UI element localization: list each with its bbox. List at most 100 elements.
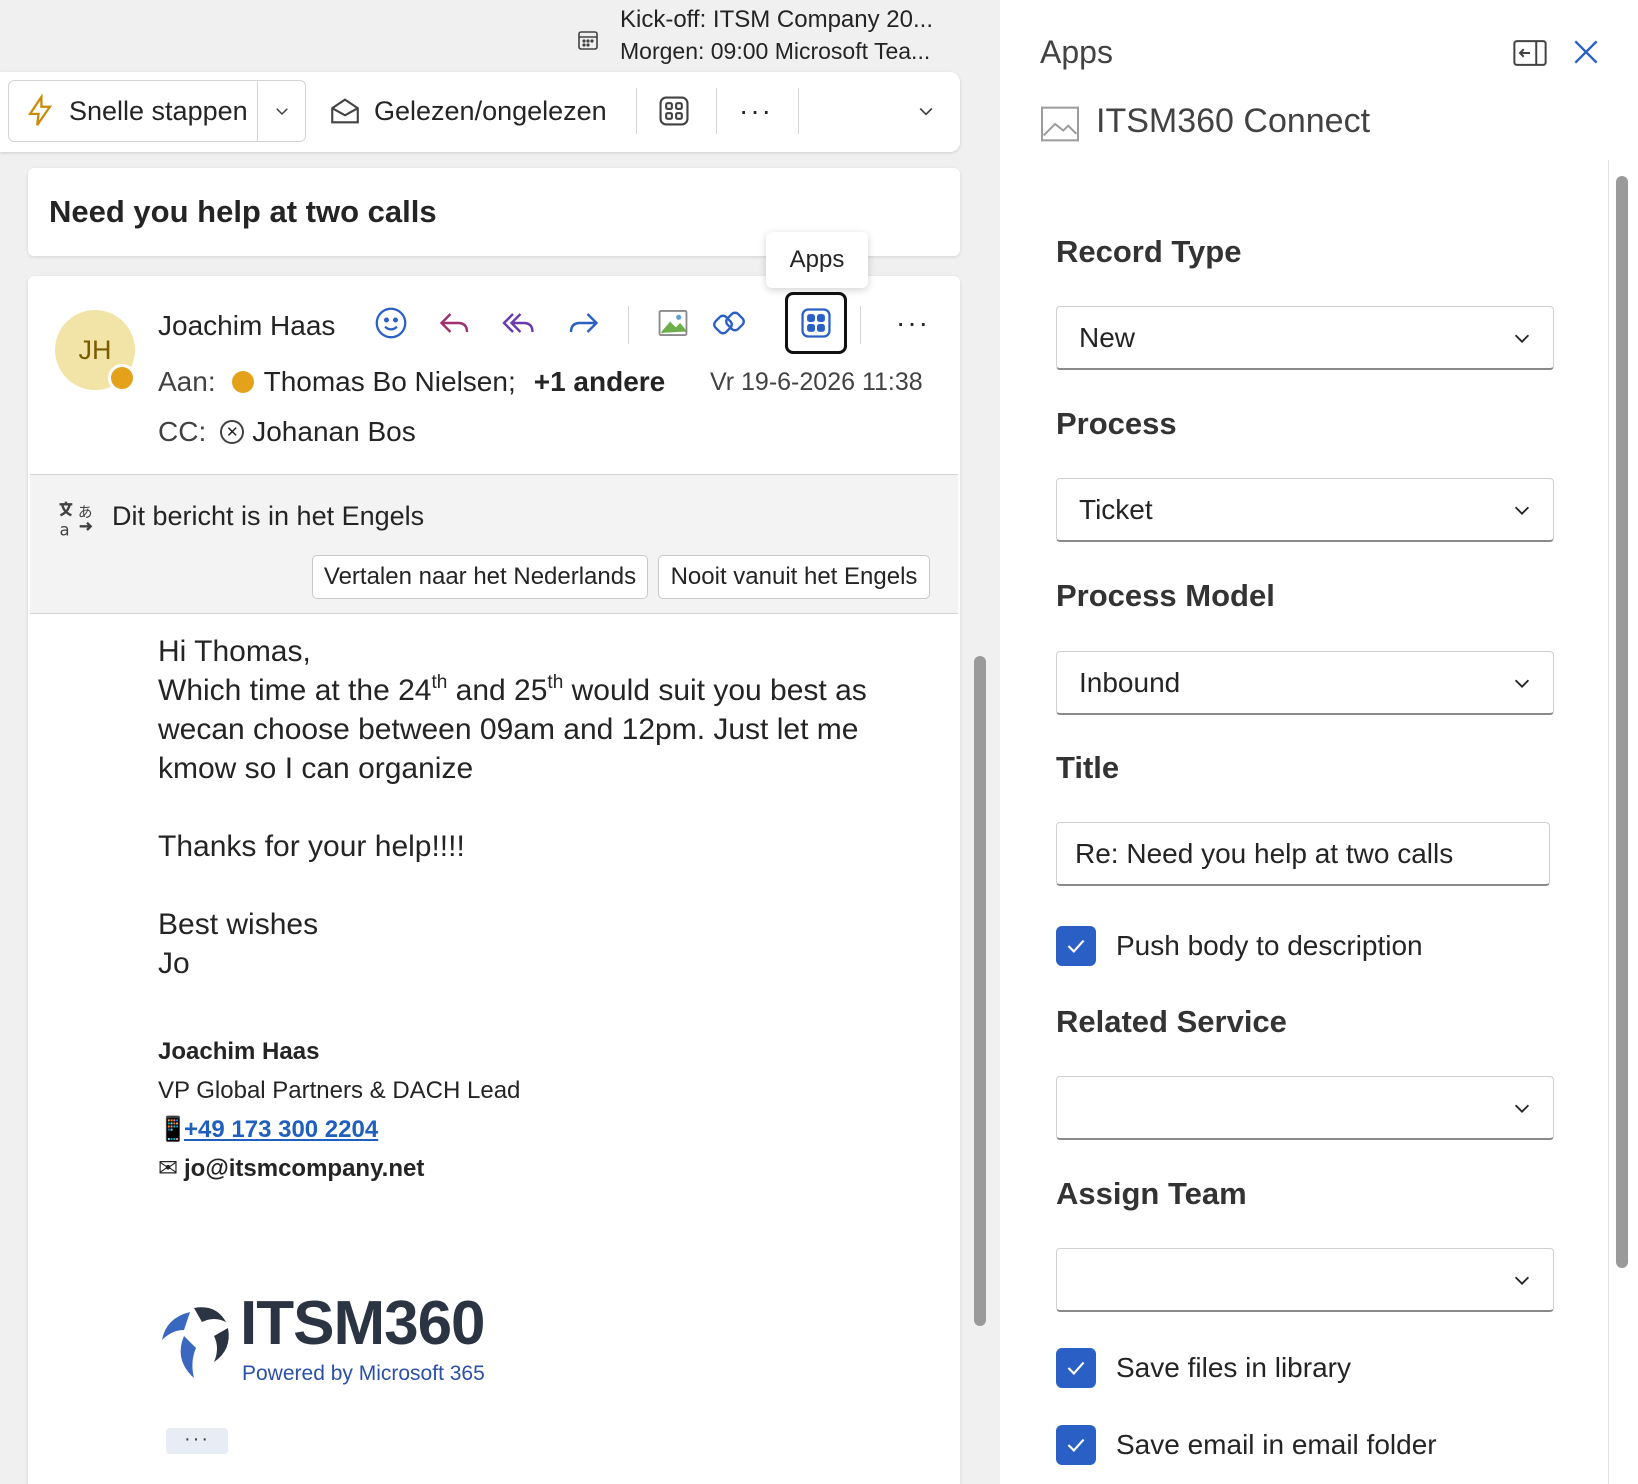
calendar-icon (578, 31, 598, 50)
never-translate-button[interactable]: Nooit vanuit het Engels (658, 555, 930, 599)
scroll-track (1608, 160, 1609, 1484)
chevron-down-icon (1514, 1276, 1530, 1285)
mobile-phone-icon: 📱 (158, 1116, 188, 1143)
recipients-cc: CC: ✕ Johanan Bos (158, 416, 416, 448)
close-icon[interactable] (1570, 36, 1602, 68)
actions-divider (628, 306, 629, 344)
translation-bar: あ a Dit bericht is in het Engels Vertale… (30, 474, 958, 614)
quick-steps-dropdown[interactable] (257, 81, 305, 141)
itsm360-logo-mark-icon (162, 1307, 229, 1378)
reminder-detail: Morgen: 09:00 Microsoft Tea... (620, 38, 931, 64)
phone-link[interactable]: +49 173 300 2204 (184, 1116, 378, 1143)
translate-button[interactable]: Vertalen naar het Nederlands (312, 555, 648, 599)
title-label: Title (1056, 750, 1120, 785)
save-files-label: Save files in library (1116, 1352, 1351, 1383)
reading-pane-scrollbar[interactable] (974, 656, 986, 1326)
image-placeholder-icon (1041, 106, 1079, 142)
to-recipient[interactable]: Thomas Bo Nielsen; (264, 366, 516, 398)
reply-button[interactable] (430, 298, 480, 348)
related-service-label: Related Service (1056, 1004, 1287, 1039)
envelope-icon: ✉ (158, 1155, 179, 1182)
save-email-checkbox[interactable]: Save email in email folder (1056, 1425, 1437, 1465)
checkbox-checked[interactable] (1056, 926, 1096, 966)
toolbar-more-button[interactable]: ··· (734, 80, 778, 142)
svg-text:a: a (60, 521, 70, 540)
signature-email: ✉ jo@itsmcompany.net (158, 1149, 520, 1188)
record-type-label: Record Type (1056, 234, 1242, 269)
body-thanks: Thanks for your help!!!! (158, 830, 465, 863)
apps-pane: Apps ITSM360 Connect Record Type New Pro… (1000, 0, 1638, 1484)
reply-all-button[interactable] (494, 298, 544, 348)
record-type-value: New (1079, 321, 1136, 353)
save-files-checkbox[interactable]: Save files in library (1056, 1348, 1351, 1388)
logo-tagline: Powered by Microsoft 365 (242, 1362, 485, 1385)
checkbox-checked[interactable] (1056, 1425, 1096, 1465)
title-input[interactable]: Re: Need you help at two calls (1056, 822, 1550, 886)
process-label: Process (1056, 406, 1177, 441)
sent-date: Vr 19-6-2026 11:38 (710, 368, 923, 396)
envelope-open-icon (331, 98, 359, 124)
reply-icon (439, 313, 469, 333)
process-model-value: Inbound (1079, 666, 1181, 698)
quick-steps-button[interactable]: Snelle stappen (8, 80, 306, 142)
quick-steps-label: Snelle stappen (69, 95, 248, 126)
react-button[interactable] (366, 298, 416, 348)
show-trimmed-content-button[interactable]: ··· (166, 1428, 228, 1454)
more-actions-button[interactable]: ··· (888, 298, 938, 348)
meeting-reminder[interactable]: Kick-off: ITSM Company 20... Morgen: 09:… (572, 2, 992, 68)
checkmark-icon (1067, 1361, 1085, 1375)
cc-recipient[interactable]: Johanan Bos (252, 416, 415, 448)
apps-button[interactable] (785, 292, 847, 354)
presence-offline-icon: ✕ (220, 420, 245, 444)
toolbar-expand-button[interactable] (906, 80, 946, 142)
signature-phone: 📱+49 173 300 2204 (158, 1110, 520, 1149)
chevron-down-icon (1514, 506, 1530, 515)
checkmark-icon (1067, 1438, 1085, 1452)
chevron-down-icon (1514, 679, 1530, 688)
reminder-title: Kick-off: ITSM Company 20... (620, 6, 933, 33)
presence-away-icon (231, 371, 254, 393)
apps-tooltip: Apps (766, 232, 868, 288)
process-model-select[interactable]: Inbound (1056, 651, 1554, 715)
related-service-select[interactable] (1056, 1076, 1554, 1140)
assign-team-select[interactable] (1056, 1248, 1554, 1312)
more-recipients-link[interactable]: +1 andere (534, 366, 666, 398)
logo-wordmark: ITSM360 (240, 1289, 486, 1358)
body-signoff: Jo (158, 947, 190, 980)
message-toolbar: Snelle stappen Gelezen/ongelezen ··· (0, 72, 960, 152)
toolbar-apps-button[interactable] (652, 80, 696, 142)
apps-grid-icon (801, 308, 831, 338)
translate-icon: あ a (59, 501, 93, 540)
sender-name[interactable]: Joachim Haas (158, 310, 335, 342)
to-label: Aan: (158, 366, 216, 397)
dock-pane-icon[interactable] (1512, 38, 1548, 68)
svg-text:あ: あ (78, 504, 93, 521)
forward-button[interactable] (558, 298, 608, 348)
recipients-to: Aan: Thomas Bo Nielsen; +1 andere (158, 366, 665, 398)
email-body: Hi Thomas, Which time at the 24th and 25… (158, 632, 918, 983)
chevron-down-icon (1514, 1104, 1530, 1113)
addin-image-button[interactable] (648, 298, 698, 348)
process-value: Ticket (1079, 493, 1153, 525)
apps-pane-scrollbar[interactable] (1616, 176, 1628, 1268)
presence-away-badge (108, 364, 136, 392)
smiley-icon (375, 307, 407, 339)
apps-grid-icon (659, 96, 689, 126)
signature-role: VP Global Partners & DACH Lead (158, 1077, 521, 1104)
read-unread-button[interactable]: Gelezen/ongelezen (328, 80, 618, 142)
reading-pane: Kick-off: ITSM Company 20... Morgen: 09:… (0, 0, 1000, 1484)
loop-button[interactable] (704, 298, 754, 348)
cc-label: CC: (158, 416, 207, 447)
forward-icon (569, 313, 599, 333)
chevron-down-icon (1514, 334, 1530, 343)
email-address: jo@itsmcompany.net (184, 1155, 425, 1182)
body-greeting: Hi Thomas, (158, 635, 311, 668)
toolbar-divider (798, 88, 799, 134)
process-select[interactable]: Ticket (1056, 478, 1554, 542)
record-type-select[interactable]: New (1056, 306, 1554, 370)
push-body-checkbox[interactable]: Push body to description (1056, 926, 1423, 966)
apps-pane-title: Apps (1040, 34, 1113, 70)
actions-divider (860, 306, 861, 344)
addin-name: ITSM360 Connect (1096, 102, 1371, 140)
checkbox-checked[interactable] (1056, 1348, 1096, 1388)
